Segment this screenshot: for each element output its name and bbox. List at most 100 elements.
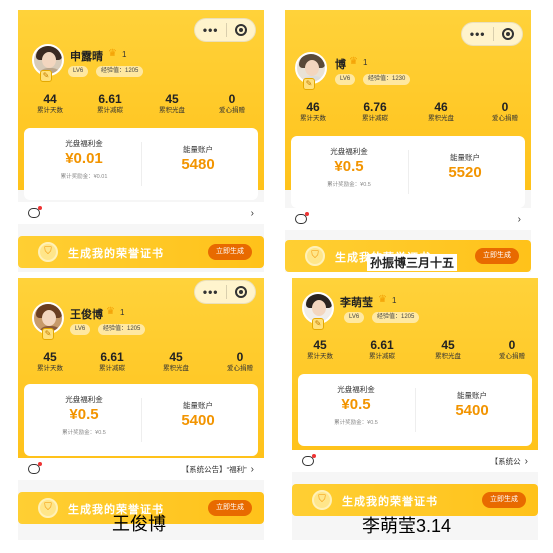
welfare-total: 累计奖励金：¥0.5	[334, 420, 378, 426]
more-dots-icon[interactable]: •••	[203, 286, 219, 298]
target-close-icon[interactable]	[502, 28, 515, 40]
screenshot-panel-bo: ••• ✎ 博 ♛ 1 LV6 经验值：1230 46 累计天数 6.76 累计减碳…	[285, 10, 531, 272]
screenshot-panel-wangjunbo: ••• ✎ 王俊博 ♛ 1 LV6 经验值：1205 45 累计天数 6.61 累计…	[18, 278, 264, 540]
crown-icon: ♛	[108, 48, 117, 59]
stat-plates: 45 累积光盘	[159, 92, 185, 114]
handwritten-caption: 王俊博	[112, 514, 166, 534]
welfare-card[interactable]: 光盘福利金 ¥0.5 累计奖励金：¥0.5 能量账户 5400	[298, 374, 532, 446]
stat-days: 44 累计天数	[37, 92, 63, 114]
edit-badge-icon: ✎	[40, 70, 52, 82]
stat-donation: 0 爱心捐赠	[227, 350, 253, 372]
energy-title: 能量账户	[457, 391, 487, 400]
stat-carbon: 6.61 累计减碳	[97, 92, 123, 114]
stat-plates: 46 累积光盘	[428, 100, 454, 122]
banner-text: 生成我的荣誉证书	[68, 248, 164, 260]
username: 王俊博	[70, 309, 103, 321]
screenshot-panel-limengying: ✎ 李萌莹 ♛ 1 LV6 经验值：1205 45 累计天数 6.61 累计减碳 4…	[292, 278, 538, 540]
banner-text: 生成我的荣誉证书	[342, 496, 438, 508]
welfare-value: ¥0.5	[334, 158, 364, 175]
level-badge: LV6	[335, 74, 356, 85]
exp-pill: 经验值：1230	[363, 74, 411, 85]
certificate-banner[interactable]: ⛉ 生成我的荣誉证书 立即生成	[18, 236, 264, 268]
welfare-total: 累计奖励金：¥0.5	[62, 430, 106, 436]
level-badge: LV6	[68, 66, 89, 77]
notice-bar[interactable]: 【系统公告】“福利” ›	[18, 458, 264, 480]
screenshot-panel-shenluqing: ••• ✎ 申露晴 ♛ 1 LV6 经验值：1205 44 累计天数 6.61 累计…	[18, 10, 264, 272]
welfare-total: 累计奖励金：¥0.01	[60, 174, 108, 180]
welfare-card[interactable]: 光盘福利金 ¥0.01 累计奖励金：¥0.01 能量账户 5480	[24, 128, 258, 200]
welfare-card[interactable]: 光盘福利金 ¥0.5 累计奖励金：¥0.5 能量账户 5400	[24, 384, 258, 456]
level-number: 1	[392, 296, 397, 305]
shield-icon: ⛉	[38, 498, 58, 518]
chevron-right-icon: ›	[250, 463, 254, 475]
generate-button[interactable]: 立即生成	[208, 500, 252, 516]
welfare-title: 光盘福利金	[337, 385, 375, 394]
energy-title: 能量账户	[450, 153, 480, 162]
welfare-title: 光盘福利金	[65, 139, 103, 148]
stat-plates: 45 累积光盘	[435, 338, 461, 360]
message-icon	[28, 206, 42, 218]
message-icon	[295, 212, 309, 224]
more-dots-icon[interactable]: •••	[470, 28, 486, 40]
crown-icon: ♛	[378, 294, 387, 305]
notice-text: 【系统公告】“福利”	[181, 464, 247, 474]
message-icon	[28, 462, 42, 474]
notice-bar[interactable]: ›	[18, 202, 264, 224]
welfare-title: 光盘福利金	[65, 395, 103, 404]
stat-days: 45 累计天数	[37, 350, 63, 372]
stat-plates: 45 累积光盘	[163, 350, 189, 372]
shield-icon: ⛉	[312, 490, 332, 510]
notice-bar[interactable]: 【系统公 ›	[292, 450, 538, 472]
stat-donation: 0 爱心捐赠	[492, 100, 518, 122]
stat-donation: 0 爱心捐赠	[499, 338, 525, 360]
stat-carbon: 6.61 累计减碳	[99, 350, 125, 372]
shield-icon: ⛉	[38, 242, 58, 262]
welfare-value: ¥0.01	[65, 150, 103, 167]
username: 博	[335, 59, 346, 71]
username: 申露晴	[70, 51, 103, 63]
stat-days: 45 累计天数	[307, 338, 333, 360]
stat-carbon: 6.61 累计减碳	[369, 338, 395, 360]
welfare-total: 累计奖励金：¥0.5	[327, 182, 371, 188]
generate-button[interactable]: 立即生成	[208, 244, 252, 260]
chevron-right-icon: ›	[517, 213, 521, 225]
level-number: 1	[120, 308, 125, 317]
stat-carbon: 6.76 累计减碳	[362, 100, 388, 122]
crown-icon: ♛	[349, 56, 358, 67]
target-close-icon[interactable]	[235, 24, 248, 36]
energy-title: 能量账户	[183, 145, 213, 154]
edit-badge-icon: ✎	[42, 328, 54, 340]
edit-badge-icon: ✎	[303, 78, 315, 90]
generate-button[interactable]: 立即生成	[482, 492, 526, 508]
shield-icon: ⛉	[305, 246, 325, 266]
handwritten-caption: 孙振博三月十五	[367, 254, 458, 271]
notice-text: 【系统公	[490, 456, 521, 466]
exp-pill: 经验值：1205	[98, 324, 146, 335]
notice-bar[interactable]: ›	[285, 208, 531, 230]
stat-days: 46 累计天数	[300, 100, 326, 122]
energy-value: 5400	[181, 412, 215, 429]
level-number: 1	[363, 58, 368, 67]
level-badge: LV6	[344, 312, 365, 323]
level-number: 1	[122, 50, 127, 59]
exp-pill: 经验值：1205	[96, 66, 144, 77]
handwritten-caption: 李萌莹3.14	[362, 516, 452, 536]
welfare-value: ¥0.5	[341, 396, 371, 413]
welfare-value: ¥0.5	[69, 406, 99, 423]
level-badge: LV6	[70, 324, 91, 335]
message-icon	[302, 454, 316, 466]
mini-program-capsule: •••	[194, 280, 256, 304]
crown-icon: ♛	[106, 306, 115, 317]
chevron-right-icon: ›	[524, 455, 528, 467]
mini-program-capsule: •••	[194, 18, 256, 42]
mini-program-capsule: •••	[461, 22, 523, 46]
target-close-icon[interactable]	[235, 286, 248, 298]
chevron-right-icon: ›	[250, 207, 254, 219]
energy-value: 5400	[455, 402, 489, 419]
more-dots-icon[interactable]: •••	[203, 24, 219, 36]
edit-badge-icon: ✎	[312, 318, 324, 330]
welfare-card[interactable]: 光盘福利金 ¥0.5 累计奖励金：¥0.5 能量账户 5520	[291, 136, 525, 208]
exp-pill: 经验值：1205	[372, 312, 420, 323]
generate-button[interactable]: 立即生成	[475, 248, 519, 264]
energy-value: 5520	[448, 164, 482, 181]
